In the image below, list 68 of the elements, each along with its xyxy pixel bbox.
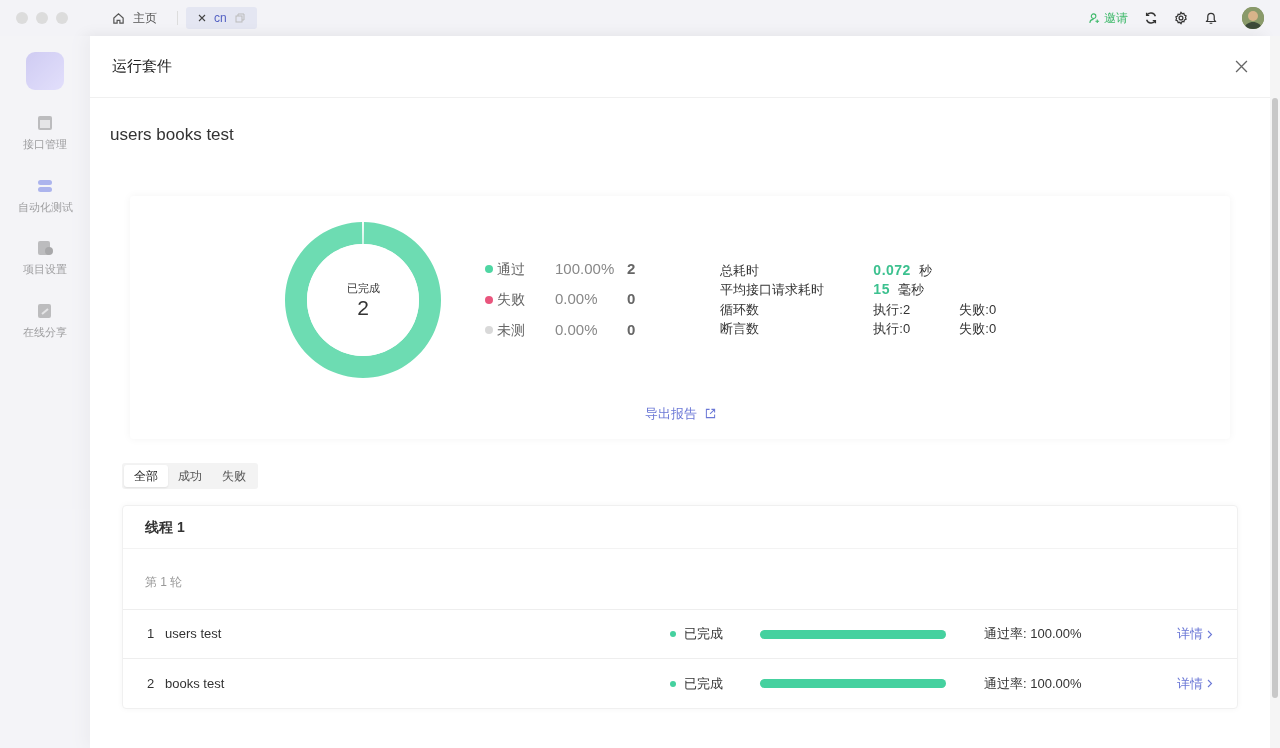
external-link-icon — [704, 407, 716, 419]
filter-tab[interactable]: 失败 — [212, 465, 256, 487]
stat-label: 断言数 — [720, 320, 761, 338]
window-close-dot[interactable] — [16, 12, 28, 24]
document-share-icon — [36, 301, 54, 320]
sidebar-item[interactable]: 项目设置 — [23, 239, 67, 278]
stat-value: 15 — [873, 280, 890, 299]
chart-center-label: 已完成 — [346, 280, 380, 296]
window-tab[interactable]: cn — [186, 7, 257, 29]
status-dot — [670, 631, 676, 637]
chart-center-value: 2 — [357, 296, 369, 320]
pass-rate: 通过率: 100.00% — [984, 674, 1082, 693]
legend-label: 通过 — [497, 259, 525, 279]
window-zoom-dot[interactable] — [56, 12, 68, 24]
round-label: 第 1 轮 — [145, 575, 183, 589]
legend-percent: 0.00% — [555, 289, 599, 310]
add-user-icon — [1089, 12, 1100, 24]
home-icon — [112, 11, 125, 25]
sidebar-item[interactable]: 自动化测试 — [17, 176, 73, 215]
stat-label: 总耗时 — [720, 261, 761, 280]
pass-rate: 通过率: 100.00% — [984, 625, 1082, 644]
stat-failed: 失败:0 — [959, 300, 997, 319]
sync-icon[interactable] — [1144, 11, 1158, 25]
stat-label: 循环数 — [720, 300, 761, 319]
notification-icon[interactable] — [1204, 11, 1218, 25]
case-name: users test — [165, 625, 223, 644]
legend-count: 0 — [627, 319, 636, 340]
status-label: 已完成 — [684, 674, 724, 693]
stat-failed: 失败:0 — [959, 320, 997, 338]
stat-executed: 执行:0 — [873, 320, 912, 338]
details-link[interactable]: 详情 — [1177, 673, 1213, 694]
row-index: 1 — [147, 625, 156, 644]
close-icon[interactable] — [1235, 60, 1248, 73]
stat-executed: 执行:2 — [873, 300, 912, 319]
suite-name: users books test — [110, 124, 235, 146]
chevron-right-icon — [1207, 629, 1213, 639]
stat-unit: 毫秒 — [897, 281, 924, 299]
window-minimize-dot[interactable] — [36, 12, 48, 24]
row-index: 2 — [147, 674, 156, 693]
thread-title: 线程 1 — [145, 517, 185, 537]
app-logo — [26, 52, 64, 90]
invite-link[interactable]: 邀请 — [1089, 9, 1128, 27]
drawer-title: 运行套件 — [112, 56, 172, 77]
window-tab[interactable]: 主页 — [100, 7, 169, 29]
legend-count: 2 — [627, 258, 636, 279]
user-avatar[interactable] — [1242, 7, 1264, 29]
status-label: 已完成 — [684, 625, 724, 644]
window-icon — [36, 114, 54, 132]
settings-icon[interactable] — [1174, 11, 1188, 25]
document-gear-icon — [36, 239, 54, 257]
legend-percent: 100.00% — [555, 258, 616, 279]
details-link[interactable]: 详情 — [1177, 624, 1213, 644]
legend-percent: 0.00% — [555, 319, 599, 340]
status-dot — [670, 680, 676, 687]
stat-value: 0.072 — [873, 260, 911, 280]
filter-tab[interactable]: 成功 — [168, 465, 212, 487]
case-name: books test — [165, 674, 226, 693]
chevron-right-icon — [1207, 679, 1213, 688]
legend-count: 0 — [627, 289, 636, 310]
stat-unit: 秒 — [918, 261, 932, 280]
export-report-link[interactable]: 导出报告 — [644, 403, 716, 423]
stat-label: 平均接口请求耗时 — [720, 281, 826, 299]
sidebar-item[interactable]: 接口管理 — [23, 114, 67, 153]
close-icon[interactable] — [198, 14, 206, 22]
legend-label: 未测 — [497, 320, 525, 340]
legend-label: 失败 — [497, 290, 525, 309]
filter-tab[interactable]: 全部 — [124, 465, 168, 487]
sidebar-item[interactable]: 在线分享 — [23, 301, 67, 340]
